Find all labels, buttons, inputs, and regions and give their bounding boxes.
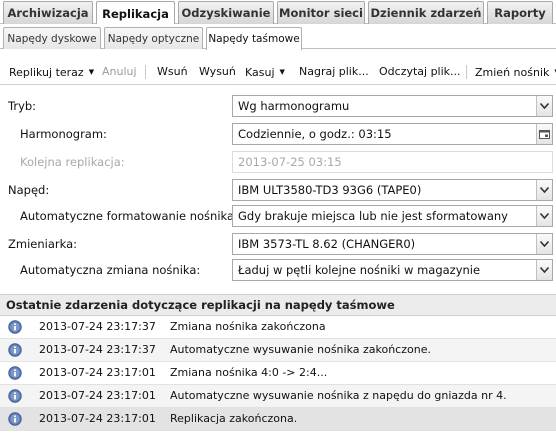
- events-section-title: Ostatnie zdarzenia dotyczące replikacji …: [0, 294, 556, 316]
- schedule-field[interactable]: Codziennie, o godz.: 03:15: [232, 123, 553, 145]
- change-media-label: Zmień nośnik: [475, 66, 550, 79]
- event-time: 2013-07-24 23:17:37: [39, 343, 156, 356]
- event-time: 2013-07-24 23:17:37: [39, 320, 156, 333]
- schedule-label: Harmonogram:: [20, 127, 107, 141]
- event-message: Zmiana nośnika zakończona: [170, 320, 326, 333]
- info-icon: [8, 343, 22, 357]
- read-file-button[interactable]: Odczytaj plik...: [379, 63, 461, 81]
- auto-format-value: Gdy brakuje miejsca lub nie jest sformat…: [238, 209, 508, 223]
- replicate-now-button[interactable]: Replikuj teraz ▼: [9, 63, 94, 81]
- next-replication-label: Kolejna replikacja:: [20, 155, 125, 169]
- event-time: 2013-07-24 23:17:01: [39, 389, 156, 402]
- eject-button[interactable]: Wysuń: [199, 63, 236, 81]
- chevron-down-icon: ▼: [88, 68, 95, 76]
- insert-button[interactable]: Wsuń: [157, 63, 188, 81]
- mode-select[interactable]: Wg harmonogramu: [232, 95, 553, 117]
- delete-button[interactable]: Kasuj ▼: [245, 63, 285, 81]
- tab-raporty[interactable]: Raporty: [487, 1, 553, 24]
- auto-format-label: Automatyczne formatowanie nośnika:: [20, 209, 238, 223]
- auto-change-select[interactable]: Ładuj w pętli kolejne nośniki w magazyni…: [232, 259, 553, 281]
- tab-monitor-sieci[interactable]: Monitor sieci: [277, 1, 365, 24]
- event-message: Automatyczne wysuwanie nośnika zakończon…: [170, 343, 431, 356]
- info-icon: [8, 412, 22, 426]
- event-message: Zmiana nośnika 4:0 -> 2:4...: [170, 366, 328, 379]
- auto-format-select[interactable]: Gdy brakuje miejsca lub nie jest sformat…: [232, 205, 553, 227]
- changer-select[interactable]: IBM 3573-TL 8.62 (CHANGER0): [232, 233, 553, 255]
- event-row[interactable]: 2013-07-24 23:17:37 Automatyczne wysuwan…: [0, 339, 556, 362]
- tab-napedy-dyskowe[interactable]: Napędy dyskowe: [3, 27, 101, 49]
- changer-value: IBM 3573-TL 8.62 (CHANGER0): [238, 237, 416, 251]
- info-icon: [8, 366, 22, 380]
- cancel-button[interactable]: Anuluj: [102, 63, 137, 81]
- event-time: 2013-07-24 23:17:01: [39, 366, 156, 379]
- tab-dziennik-zdarzen[interactable]: Dziennik zdarzeń: [368, 1, 484, 24]
- auto-change-label: Automatyczna zmiana nośnika:: [20, 263, 201, 277]
- event-row[interactable]: 2013-07-24 23:17:37 Zmiana nośnika zakoń…: [0, 316, 556, 339]
- change-media-button[interactable]: Zmień nośnik▼: [475, 63, 556, 81]
- tab-odzyskiwanie[interactable]: Odzyskiwanie: [178, 1, 274, 24]
- changer-label: Zmieniarka:: [8, 237, 77, 251]
- info-icon: [8, 389, 22, 403]
- drive-select[interactable]: IBM ULT3580-TD3 93G6 (TAPE0): [232, 179, 553, 201]
- tab-replikacja[interactable]: Replikacja: [96, 1, 175, 25]
- event-message: Replikacja zakończona.: [170, 412, 298, 425]
- tab-archiwizacja[interactable]: Archiwizacja: [3, 1, 93, 24]
- toolbar-divider: [466, 65, 467, 79]
- mode-label: Tryb:: [8, 99, 37, 113]
- chevron-down-icon: [536, 260, 552, 280]
- auto-change-value: Ładuj w pętli kolejne nośniki w magazyni…: [238, 263, 481, 277]
- toolbar: Replikuj teraz ▼ Anuluj Wsuń Wysuń Kasuj ▼…: [0, 59, 556, 85]
- info-icon: [8, 320, 22, 334]
- event-message: Automatyczne wysuwanie nośnika z napędu …: [170, 389, 507, 402]
- drive-label: Napęd:: [8, 183, 50, 197]
- tab-napedy-optyczne[interactable]: Napędy optyczne: [104, 27, 203, 49]
- event-row[interactable]: 2013-07-24 23:17:01 Zmiana nośnika 4:0 -…: [0, 362, 556, 385]
- chevron-down-icon: [536, 180, 552, 200]
- chevron-down-icon: [536, 234, 552, 254]
- main-tab-bar: Archiwizacja Replikacja Odzyskiwanie Mon…: [0, 0, 556, 25]
- event-row[interactable]: 2013-07-24 23:17:01 Automatyczne wysuwan…: [0, 385, 556, 408]
- replicate-now-label: Replikuj teraz: [9, 66, 84, 79]
- event-time: 2013-07-24 23:17:01: [39, 412, 156, 425]
- tab-napedy-tasmowe[interactable]: Napędy taśmowe: [206, 27, 302, 50]
- next-replication-field: 2013-07-25 03:15: [232, 151, 553, 173]
- mode-value: Wg harmonogramu: [238, 99, 350, 113]
- event-row[interactable]: 2013-07-24 23:17:01 Replikacja zakończon…: [0, 408, 556, 431]
- burn-file-button[interactable]: Nagraj plik...: [299, 63, 369, 81]
- chevron-down-icon: [536, 206, 552, 226]
- delete-label: Kasuj: [245, 66, 275, 79]
- drive-value: IBM ULT3580-TD3 93G6 (TAPE0): [238, 183, 422, 197]
- toolbar-divider: [145, 65, 146, 79]
- sub-tab-bar: Napędy dyskowe Napędy optyczne Napędy ta…: [0, 24, 556, 50]
- chevron-down-icon: [536, 96, 552, 116]
- calendar-icon[interactable]: [536, 124, 552, 144]
- schedule-value: Codziennie, o godz.: 03:15: [238, 127, 392, 141]
- chevron-down-icon: ▼: [279, 68, 285, 76]
